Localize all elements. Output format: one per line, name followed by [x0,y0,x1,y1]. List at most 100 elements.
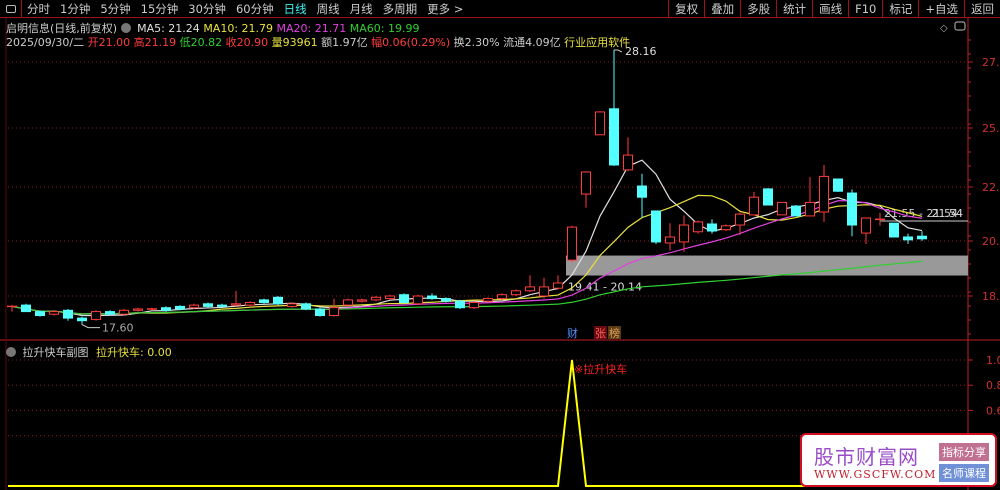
marker-bang: 榜 [609,326,620,340]
period-tab[interactable]: 分时 [22,1,55,17]
panel-icon [954,21,966,31]
candle-body [749,196,759,216]
candle-body [427,295,437,300]
candle-body [777,201,787,216]
watermark-badge-course: 名师课程 [939,464,989,482]
candle-body [189,304,199,309]
ma5-line [11,159,923,317]
signal-label: ※拉升快车 [574,362,627,376]
period-tab[interactable]: 60分钟 [231,1,279,17]
candle-body [819,175,829,213]
candle-body [763,188,773,206]
candle-body [245,302,255,306]
toolbar-button[interactable]: 叠加 [704,0,740,18]
candle-body [595,111,605,136]
candle-body [259,299,269,303]
quote-turnover: 换2.30% [453,36,500,49]
support-zone [566,255,968,276]
candle-body [217,304,227,307]
toolbar-button[interactable]: 画线 [812,0,848,18]
period-tab[interactable]: 更多 > [422,1,468,17]
candle-body [917,235,927,240]
sub-tick-label: 1.0 [986,354,1000,367]
candle-body [525,286,535,292]
candle-body [693,221,703,233]
watermark-title: 股市财富网 [814,445,919,469]
candle-body [889,222,899,238]
toolbar-button[interactable]: 统计 [776,0,812,18]
candle-body [903,236,913,241]
sub-chart-header: 拉升快车副图 拉升快车: 0.00 [6,344,172,360]
dropdown-circle-icon[interactable] [6,347,16,357]
period-tab[interactable]: 1分钟 [55,1,95,17]
candle-body [35,311,45,317]
candle-body [567,226,577,261]
candle-body [483,298,493,302]
toolbar-button[interactable]: 多股 [740,0,776,18]
toolbar-button[interactable]: +自选 [918,0,964,18]
period-tab[interactable]: 15分钟 [136,1,184,17]
candle-body [357,299,367,302]
candle-body [679,224,689,243]
price-tick-label: 22.9 [982,181,1000,194]
candle-body [21,304,31,313]
period-tab[interactable]: 周线 [312,1,345,17]
diamond-icon: ◇ [940,23,948,34]
candle-body [91,311,101,320]
price-tick-label: 18.7 [982,290,1000,303]
candle-body [119,309,129,315]
quote-high: 高21.19 [133,36,177,49]
candle-body [833,178,843,192]
price-tick-label: 25.2 [982,122,1000,135]
marker-zhang: 张 [595,327,606,340]
candle-body [385,295,395,300]
level-right-label: 21.54 [932,207,964,220]
candle-body [511,290,521,296]
candle-body [343,299,353,306]
candle-body [413,295,423,305]
toolbar-button[interactable]: 复权 [668,0,704,18]
candle-body [231,303,241,306]
candle-body [161,307,171,311]
candle-body [399,294,409,304]
quote-open: 开21.00 [87,36,131,49]
candle-body [497,294,507,300]
kline-chart[interactable]: 27.725.222.920.818.719.41 - 20.1421.55 -… [0,0,1000,490]
low-pointer [81,324,100,329]
candle-body [175,305,185,310]
period-tab[interactable]: 5分钟 [95,1,135,17]
period-tab[interactable]: 月线 [345,1,378,17]
toolbar-button[interactable]: 标记 [882,0,918,18]
candle-body [315,308,325,316]
sub-chart-value: 拉升快车: 0.00 [96,346,172,359]
sub-chart-title: 拉升快车副图 [22,346,89,359]
watermark-badge-share: 指标分享 [939,443,989,461]
candle-body [77,317,87,322]
candle-body [847,192,857,226]
dropdown-circle-icon[interactable] [120,23,131,33]
quote-industry[interactable]: 行业应用软件 [564,36,630,49]
candle-body [371,296,381,301]
candle-body [539,286,549,297]
period-tab[interactable]: 30分钟 [183,1,231,17]
candle-body [329,307,339,317]
sub-tick-label: 0.8 [986,379,1000,392]
quote-line: 2025/09/30/二 开21.00 高21.19 低20.82 收20.90… [6,34,630,50]
candle-body [63,309,73,319]
price-tick-label: 27.7 [982,56,1000,69]
candle-body [441,298,451,302]
toolbar-button[interactable]: F10 [848,0,882,18]
candle-body [301,303,311,310]
candle-body [49,311,59,315]
quote-amount: 额1.97亿 [321,36,368,49]
candle-body [707,223,717,232]
quote-date: 2025/09/30/二 [6,36,85,49]
quote-close: 收20.90 [225,36,269,49]
panel-icon [5,4,16,13]
watermark-logo: 股市财富网 WWW.GSCFW.COM 指标分享 名师课程 [800,433,997,487]
toolbar-button[interactable]: 返回 [964,0,1000,18]
period-tab[interactable]: 多周期 [378,1,423,17]
layout-toggle-button[interactable] [0,0,22,17]
period-tab[interactable]: 日线 [279,1,312,17]
candle-body [203,303,213,307]
